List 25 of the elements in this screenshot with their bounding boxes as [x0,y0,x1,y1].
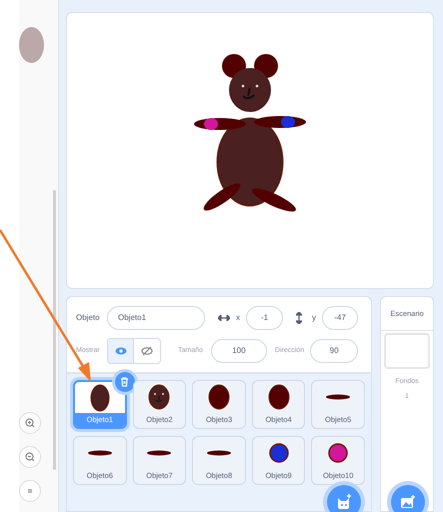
crossed-eye-icon [141,346,153,356]
image-plus-icon [400,495,416,509]
eye-icon [114,347,126,355]
zoom-in-button[interactable] [19,412,41,434]
direction-field[interactable]: 90 [310,339,358,363]
add-backdrop-button[interactable] [391,485,425,512]
horizontal-arrows-icon [218,315,230,321]
zoom-in-icon [25,418,35,428]
vertical-arrows-icon [296,312,302,324]
sprite-name-label: Objeto [76,312,101,324]
x-label: x [236,312,240,324]
size-field[interactable]: 100 [210,339,267,363]
costume-thumbnail [19,27,44,63]
zoom-out-icon [25,452,35,462]
zoom-out-button[interactable] [19,446,41,468]
delete-sprite-button[interactable] [114,372,135,392]
add-sprite-button[interactable] [327,485,361,512]
x-field[interactable]: -1 [246,306,283,330]
cat-plus-icon [336,494,352,510]
show-button[interactable] [108,339,134,363]
trash-icon [120,377,130,387]
sprite-name-field[interactable]: Objeto1 [107,306,205,330]
y-field[interactable]: -47 [322,306,358,330]
backdrop-thumbnail[interactable] [384,333,430,369]
y-label: y [312,312,316,324]
